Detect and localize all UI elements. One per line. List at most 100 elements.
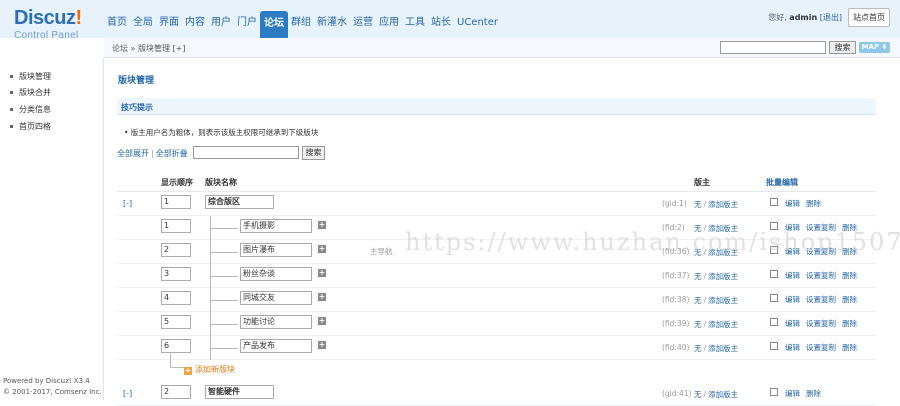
delete-link[interactable]: 删除 [806,199,821,208]
edit-link[interactable]: 编辑 [785,199,800,208]
delete-link[interactable]: 删除 [842,271,857,280]
moderator-none-link[interactable]: 无 [694,296,702,305]
forum-name-input[interactable]: 图片瀑布 [240,243,312,257]
forum-name-input[interactable]: 粉丝杂谈 [240,267,312,281]
forum-name-input[interactable]: 产品发布 [240,339,312,353]
moderator-none-link[interactable]: 无 [694,344,702,353]
edit-link[interactable]: 编辑 [785,319,800,328]
header-name: 版块名称 [205,178,237,187]
main-nav-label: 主导航 [370,247,393,256]
user-bar: 您好, admin [退出] [768,12,842,23]
forum-name-input[interactable]: 手机摄影 [240,219,312,233]
copy-settings-link[interactable]: 设置复制 [806,295,836,304]
nav-tab[interactable]: 运营 [350,11,376,38]
delete-link[interactable]: 删除 [842,319,857,328]
group-name-input[interactable]: 智能硬件 [205,385,274,399]
batch-checkbox[interactable] [770,318,778,326]
sidebar-item-forum-manage[interactable]: 版块管理 [10,71,51,82]
moderator-none-link[interactable]: 无 [694,272,702,281]
batch-checkbox[interactable] [770,342,778,350]
nav-tab[interactable]: 论坛 [260,11,288,38]
map-button[interactable]: MAP ⬇ [859,42,890,53]
forum-name-input[interactable]: 同城交友 [240,291,312,305]
nav-tab[interactable]: 全局 [130,11,156,38]
add-moderator-link[interactable]: 添加版主 [708,344,738,353]
delete-link[interactable]: 删除 [842,343,857,352]
breadcrumb[interactable]: 论坛 » 版块管理 [+] [112,43,185,54]
nav-tab[interactable]: 应用 [376,11,402,38]
copy-settings-link[interactable]: 设置复制 [806,271,836,280]
order-input[interactable]: 2 [161,243,191,257]
add-subforum-icon[interactable]: + [318,245,326,253]
collapse-all-link[interactable]: 全部折叠 [156,149,188,158]
collapse-toggle[interactable]: [-] [123,199,132,208]
add-moderator-link[interactable]: 添加版主 [708,320,738,329]
nav-tab[interactable]: 用户 [208,11,234,38]
header-batch-edit[interactable]: 批量编辑 [766,177,798,188]
order-input[interactable]: 1 [161,219,191,233]
moderator-none-link[interactable]: 无 [694,200,702,209]
order-input[interactable]: 2 [161,385,191,399]
order-input[interactable]: 6 [161,339,191,353]
add-forum-link[interactable]: + 添加新版块 [184,364,235,375]
moderator-none-link[interactable]: 无 [694,390,702,399]
forum-search-button[interactable]: 搜索 [302,146,325,160]
discuz-logo[interactable]: Discuz! Control Panel [14,8,104,41]
add-subforum-icon[interactable]: + [318,221,326,229]
forum-name-input[interactable]: 功能讨论 [240,315,312,329]
site-home-button[interactable]: 站点首页 [848,8,890,27]
add-subforum-icon[interactable]: + [318,293,326,301]
expand-all-link[interactable]: 全部展开 [117,149,149,158]
add-subforum-icon[interactable]: + [318,269,326,277]
batch-checkbox[interactable] [770,294,778,302]
edit-link[interactable]: 编辑 [785,343,800,352]
delete-link[interactable]: 删除 [806,389,821,398]
nav-tab[interactable]: 门户 [234,11,260,38]
tree-connector [210,312,240,336]
nav-tab[interactable]: 新灌水 [314,11,350,38]
sidebar-item-home-grid[interactable]: 首页四格 [10,121,51,132]
top-search-button[interactable]: 搜索 [829,41,856,54]
batch-checkbox[interactable] [770,198,778,206]
add-moderator-link[interactable]: 添加版主 [708,390,738,399]
row-actions: 编辑 设置复制 删除 [785,342,863,353]
forum-row: 6 产品发布 + (fid:40) 无 / 添加版主 编辑 设置复制 删除 [117,336,876,360]
edit-link[interactable]: 编辑 [785,271,800,280]
nav-tab[interactable]: 内容 [182,11,208,38]
add-moderator-link[interactable]: 添加版主 [708,272,738,281]
top-search-input[interactable] [720,41,826,54]
nav-tab[interactable]: 界面 [156,11,182,38]
copy-settings-link[interactable]: 设置复制 [806,343,836,352]
bullet-icon [10,108,13,111]
sidebar-item-category-info[interactable]: 分类信息 [10,104,51,115]
nav-tab[interactable]: UCenter [454,11,501,38]
sidebar-item-forum-merge[interactable]: 版块合并 [10,87,51,98]
order-input[interactable]: 1 [161,195,191,209]
logout-link[interactable]: [退出] [820,13,842,22]
add-moderator-link[interactable]: 添加版主 [708,200,738,209]
edit-link[interactable]: 编辑 [785,295,800,304]
nav-tab[interactable]: 首页 [104,11,130,38]
nav-tab[interactable]: 群组 [288,11,314,38]
delete-link[interactable]: 删除 [842,295,857,304]
forum-search-input[interactable] [193,146,299,159]
slash-separator: / [703,272,707,281]
add-subforum-icon[interactable]: + [318,317,326,325]
batch-checkbox[interactable] [770,388,778,396]
nav-tab[interactable]: 站长 [428,11,454,38]
order-input[interactable]: 4 [161,291,191,305]
nav-tab[interactable]: 工具 [402,11,428,38]
add-moderator-link[interactable]: 添加版主 [708,296,738,305]
copy-settings-link[interactable]: 设置复制 [806,319,836,328]
collapse-toggle[interactable]: [-] [123,389,132,398]
bullet-icon [10,91,13,94]
add-subforum-icon[interactable]: + [318,341,326,349]
forum-row: 5 功能讨论 + (fid:39) 无 / 添加版主 编辑 设置复制 删除 [117,312,876,336]
order-input[interactable]: 3 [161,267,191,281]
edit-link[interactable]: 编辑 [785,389,800,398]
order-input[interactable]: 5 [161,315,191,329]
forum-id: (fid:39) [662,319,690,328]
group-name-input[interactable]: 综合版区 [205,195,274,209]
batch-checkbox[interactable] [770,270,778,278]
moderator-none-link[interactable]: 无 [694,320,702,329]
